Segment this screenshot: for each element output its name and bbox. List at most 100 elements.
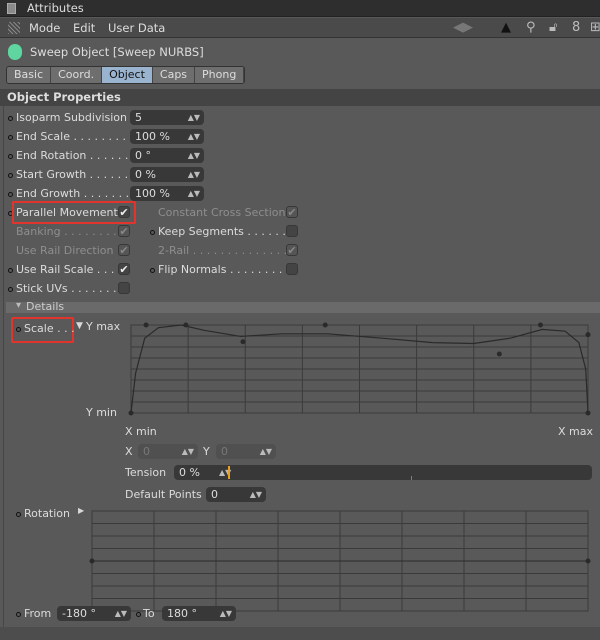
spline-point[interactable]	[143, 322, 149, 328]
spline-point[interactable]	[128, 410, 134, 416]
checkbox-label: Stick UVs . . . . . . . .	[16, 282, 124, 295]
field-label: End Growth . . . . . . .	[16, 187, 130, 200]
menu-edit[interactable]: Edit	[73, 21, 95, 35]
y-field[interactable]: 0 ▲▼	[216, 444, 276, 459]
default-points-label: Default Points	[125, 488, 202, 501]
expand-triangle-icon[interactable]: ▼	[76, 321, 83, 331]
search-icon[interactable]: ⚲	[526, 20, 536, 35]
checkbox-label: Keep Segments . . . . . . .	[158, 225, 293, 238]
spline-point[interactable]	[183, 322, 189, 328]
x-min-label: X min	[125, 425, 157, 438]
section-header: Object Properties	[0, 89, 600, 106]
value-field[interactable]: 0 ° ▲▼	[130, 148, 204, 163]
animate-dot-icon[interactable]	[16, 612, 21, 617]
spline-point[interactable]	[496, 351, 502, 357]
menu-user-data[interactable]: User Data	[108, 21, 165, 35]
y-label: Y	[203, 445, 210, 458]
scale-spline-graph[interactable]	[128, 322, 592, 417]
value-field[interactable]: 5 ▲▼	[130, 110, 204, 125]
animate-dot-icon[interactable]	[8, 173, 13, 178]
spline-point[interactable]	[240, 339, 246, 345]
tension-label: Tension	[125, 466, 167, 479]
animate-dot-icon[interactable]	[8, 135, 13, 140]
details-title: Details	[26, 300, 65, 313]
tension-slider-handle[interactable]	[228, 466, 230, 479]
tab-caps[interactable]: Caps	[152, 67, 196, 83]
field-value: 100 %	[135, 130, 170, 143]
tab-object[interactable]: Object	[102, 67, 153, 83]
tab-phong[interactable]: Phong	[195, 67, 245, 83]
from-label: From	[24, 607, 52, 620]
expand-triangle-icon[interactable]: ▶	[78, 506, 84, 515]
rotation-spline-graph[interactable]	[89, 508, 591, 614]
spline-point[interactable]	[89, 558, 95, 564]
spline-point[interactable]	[585, 558, 591, 564]
y-value: 0	[221, 445, 228, 458]
field-label: Isoparm Subdivision	[16, 111, 127, 124]
chain-icon[interactable]: 8	[572, 20, 580, 35]
default-points-field[interactable]: 0 ▲▼	[206, 487, 266, 502]
to-value: 180 °	[167, 607, 197, 620]
tab-basic[interactable]: Basic	[7, 67, 52, 83]
animate-dot-icon[interactable]	[136, 612, 141, 617]
spline-point[interactable]	[537, 322, 543, 328]
default-points-value: 0	[211, 488, 218, 501]
from-field[interactable]: -180 ° ▲▼	[57, 606, 131, 621]
menu-mode[interactable]: Mode	[29, 21, 60, 35]
spline-point[interactable]	[585, 410, 591, 416]
animate-dot-icon[interactable]	[16, 512, 21, 517]
x-label: X	[125, 445, 133, 458]
object-title: Sweep Object [Sweep NURBS]	[30, 45, 204, 59]
y-min-label: Y min	[86, 406, 117, 419]
value-field[interactable]: 0 % ▲▼	[130, 167, 204, 182]
pointer-up-icon[interactable]: ▲	[501, 20, 511, 35]
animate-dot-icon[interactable]	[150, 268, 155, 273]
animate-dot-icon[interactable]	[8, 287, 13, 292]
checkbox[interactable]: ✔	[286, 244, 298, 256]
highlight-box	[12, 201, 136, 224]
window-title: Attributes	[27, 1, 84, 15]
checkbox-label: 2-Rail . . . . . . . . . . . . . . .	[158, 244, 295, 257]
checkbox[interactable]	[118, 282, 130, 294]
field-label: Start Growth . . . . . .	[16, 168, 129, 181]
new-panel-icon[interactable]: ⊞	[590, 20, 600, 35]
checkbox[interactable]: ✔	[286, 206, 298, 218]
x-max-label: X max	[558, 425, 593, 438]
animate-dot-icon[interactable]	[8, 154, 13, 159]
value-field[interactable]: 100 % ▲▼	[130, 129, 204, 144]
tension-slider[interactable]: 0 % ▲▼	[174, 465, 592, 480]
animate-dot-icon[interactable]	[8, 192, 13, 197]
field-value: 5	[135, 111, 142, 124]
details-group-header[interactable]: ▾ Details	[6, 300, 600, 313]
x-field[interactable]: 0 ▲▼	[138, 444, 198, 459]
tab-bar: Basic Coord. Object Caps Phong	[6, 66, 246, 84]
rotation-label: Rotation	[24, 507, 71, 520]
checkbox[interactable]: ✔	[118, 225, 130, 237]
checkbox-label: Use Rail Direction	[16, 244, 114, 257]
checkbox[interactable]	[286, 263, 298, 275]
lock-icon[interactable]: 🔓︎	[549, 20, 557, 35]
to-field[interactable]: 180 ° ▲▼	[162, 606, 236, 621]
spline-point[interactable]	[585, 332, 591, 338]
animate-dot-icon[interactable]	[16, 327, 21, 332]
spline-point[interactable]	[322, 322, 328, 328]
scale-label: Scale . . .	[24, 322, 75, 335]
checkbox-label: Constant Cross Section	[158, 206, 286, 219]
field-label: End Scale . . . . . . . . .	[16, 130, 133, 143]
to-label: To	[143, 607, 155, 620]
animate-dot-icon[interactable]	[8, 116, 13, 121]
nav-arrows-icon[interactable]: ◀▶	[453, 20, 473, 35]
field-value: 0 %	[135, 168, 156, 181]
animate-dot-icon[interactable]	[8, 268, 13, 273]
collapse-triangle-icon[interactable]: ▾	[16, 300, 21, 311]
value-field[interactable]: 100 % ▲▼	[130, 186, 204, 201]
grip-icon[interactable]	[8, 22, 20, 34]
panel-icon	[7, 3, 16, 14]
tab-coord[interactable]: Coord.	[51, 67, 103, 83]
checkbox[interactable]: ✔	[118, 263, 130, 275]
panel-footer	[0, 627, 600, 640]
animate-dot-icon[interactable]	[150, 230, 155, 235]
checkbox[interactable]: ✔	[118, 244, 130, 256]
checkbox-label: Flip Normals . . . . . . . . .	[158, 263, 290, 276]
checkbox[interactable]	[286, 225, 298, 237]
